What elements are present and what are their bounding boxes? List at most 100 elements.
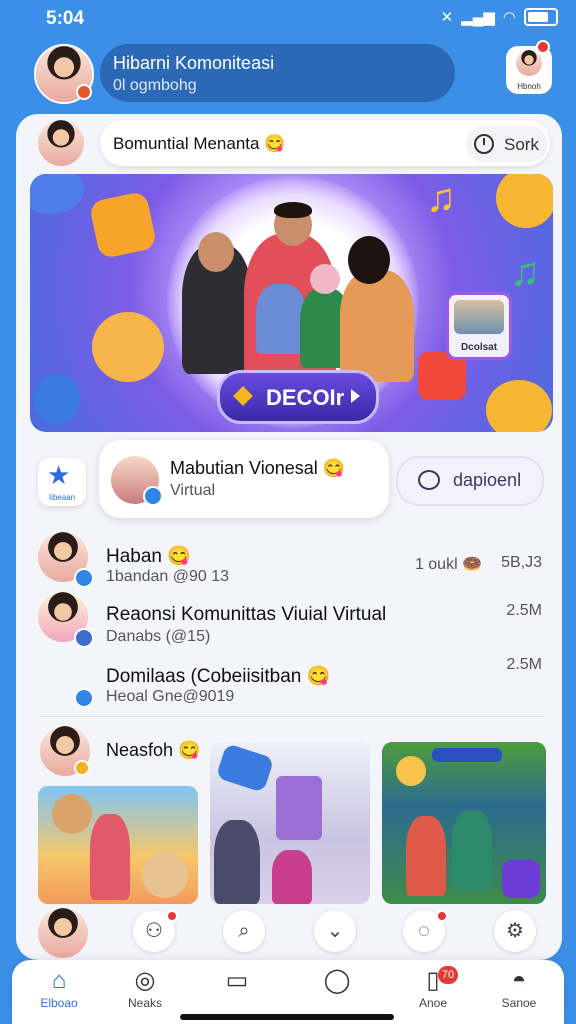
community-title: Mabutian Vionesal 😋 bbox=[170, 458, 346, 478]
nearby-label: Neasfoh 😋 bbox=[106, 740, 201, 760]
game-sticker bbox=[502, 860, 540, 898]
nav-news-label: Neaks bbox=[127, 996, 162, 1010]
header-profile-button[interactable]: Hbnoh bbox=[506, 40, 552, 94]
media-tile[interactable] bbox=[38, 786, 198, 904]
teddy-bear bbox=[52, 794, 92, 834]
player bbox=[452, 810, 492, 890]
community-card[interactable]: Mabutian Vionesal 😋 Virtual bbox=[99, 440, 389, 518]
quick-actions: ⚇ ⌕ ⌄ ◌ ⚙ bbox=[0, 906, 576, 958]
bear-sticker bbox=[92, 312, 164, 382]
list-item-count: 2.5M bbox=[506, 602, 542, 619]
bluetooth-icon: ✕ bbox=[440, 9, 454, 26]
child bbox=[90, 814, 130, 900]
player bbox=[406, 816, 446, 896]
book-icon: ▯ bbox=[426, 967, 440, 994]
nav-account-label: Sanoe bbox=[501, 996, 537, 1010]
music-note-icon: ♫ bbox=[510, 250, 540, 294]
notification-dot bbox=[536, 40, 550, 54]
nav-news[interactable]: ◎ Neaks bbox=[110, 966, 180, 1022]
notification-dot bbox=[436, 910, 448, 922]
search-icon[interactable]: ⌕ bbox=[223, 910, 265, 952]
nav-home[interactable]: ⌂ Elboao bbox=[24, 966, 94, 1022]
list-item[interactable]: Reaonsi Komunittas Viuial Virtual Danabs… bbox=[28, 590, 554, 648]
nav-account[interactable]: ◓ Sanoe bbox=[484, 966, 554, 1022]
profile-status-dot bbox=[76, 84, 92, 100]
list-item-subtitle: 1bandan @90 13 bbox=[106, 568, 230, 585]
chevron-down-icon[interactable]: ⌄ bbox=[314, 910, 356, 952]
nav-library[interactable]: ▯ 70 Anoe bbox=[398, 966, 468, 1022]
community-list: Haban 😋 1bandan @90 13 1 oukl 🍩 5B,J3 Re… bbox=[28, 528, 554, 716]
list-item-count: 5B,J3 bbox=[501, 554, 542, 571]
verified-badge-icon bbox=[74, 688, 94, 708]
list-item-name: Domilaas (Cobeiisitban 😋 bbox=[106, 666, 331, 687]
media-tile[interactable] bbox=[382, 742, 546, 904]
story-avatar[interactable] bbox=[38, 120, 84, 166]
emoji-sticker bbox=[496, 174, 553, 228]
emoji-sticker bbox=[486, 380, 552, 432]
notification-dot bbox=[166, 910, 178, 922]
home-indicator bbox=[180, 1014, 394, 1020]
list-item-subtitle: Heoal Gne@9019 bbox=[106, 688, 235, 705]
family-member bbox=[340, 270, 414, 382]
game-banner bbox=[432, 748, 502, 762]
status-icons: ✕ ▂▄▆ ◠ bbox=[441, 8, 558, 26]
sort-button[interactable]: Sork bbox=[466, 126, 548, 162]
puppy bbox=[142, 852, 188, 898]
child bbox=[256, 284, 306, 354]
banner-cta-button[interactable]: DECOIr bbox=[217, 370, 379, 424]
banner-cta-label: DECOIr bbox=[266, 385, 345, 410]
family-member-hair bbox=[274, 202, 312, 218]
nav-badge: 70 bbox=[438, 966, 458, 984]
photo-sticker: Dcolsat bbox=[446, 292, 512, 360]
favorites-button[interactable]: ★ Iibeaan bbox=[38, 458, 86, 506]
sort-label: Sork bbox=[504, 135, 539, 154]
media-tile[interactable] bbox=[210, 742, 370, 904]
join-chat-button[interactable]: dapioenl bbox=[396, 456, 544, 506]
parent bbox=[214, 820, 260, 904]
banner-sticker bbox=[88, 190, 158, 260]
signal-icon: ▂▄▆ bbox=[461, 9, 495, 26]
child bbox=[272, 850, 312, 904]
family-member-head bbox=[198, 232, 234, 272]
verified-badge-icon bbox=[74, 628, 94, 648]
clock-icon bbox=[474, 134, 494, 154]
list-item[interactable]: Domilaas (Cobeiisitban 😋 Heoal Gne@9019 … bbox=[28, 650, 554, 708]
photo-sticker-caption: Dcolsat bbox=[460, 342, 498, 353]
header-pill-title: Hibarni Komoniteasi bbox=[113, 53, 275, 73]
status-time: 5:04 bbox=[46, 8, 85, 29]
list-item-name: Haban 😋 bbox=[106, 546, 191, 567]
section-divider bbox=[40, 716, 544, 717]
nav-home-label: Elboao bbox=[40, 996, 78, 1010]
user-settings-icon[interactable]: ⚙ bbox=[494, 910, 536, 952]
account-icon: ◓ bbox=[511, 967, 527, 994]
battery-icon bbox=[524, 8, 558, 26]
slide-tube bbox=[215, 743, 275, 793]
play-house bbox=[276, 776, 322, 840]
verified-badge-icon bbox=[143, 486, 163, 506]
plush-toy-head bbox=[310, 264, 340, 294]
wifi-icon: ◠ bbox=[502, 9, 516, 26]
home-icon: ⌂ bbox=[51, 967, 67, 994]
person-icon: ◯ bbox=[323, 967, 351, 994]
status-bar: 5:04 ✕ ▂▄▆ ◠ bbox=[0, 0, 576, 36]
arrow-right-icon bbox=[351, 389, 360, 403]
header: Hibarni Komoniteasi 0l ogmbohg Hbnoh bbox=[0, 36, 576, 116]
list-item-subtitle: Danabs (@15) bbox=[106, 628, 211, 645]
header-pill-subtitle: 0l ogmbohg bbox=[113, 77, 197, 94]
compass-icon: ◎ bbox=[134, 967, 156, 994]
community-subtitle: Virtual bbox=[170, 482, 216, 499]
music-note-icon: ♫ bbox=[426, 176, 456, 220]
banner-blob bbox=[34, 374, 80, 424]
family-member-hair bbox=[348, 236, 390, 284]
me-avatar[interactable] bbox=[38, 908, 88, 958]
nav-library-label: Anoe bbox=[418, 996, 448, 1010]
status-dot bbox=[74, 760, 90, 776]
header-search-pill[interactable]: Hibarni Komoniteasi 0l ogmbohg bbox=[100, 44, 455, 102]
featured-banner[interactable]: ♫ ♫ Dcolsat DECOIr bbox=[30, 174, 553, 432]
join-chat-label: dapioenl bbox=[453, 470, 522, 490]
list-item[interactable]: Haban 😋 1bandan @90 13 1 oukl 🍩 5B,J3 bbox=[28, 530, 554, 588]
community-search-text: Bomuntial Menanta 😋 bbox=[113, 134, 286, 153]
header-mini-avatar bbox=[516, 50, 542, 76]
favorites-caption: Iibeaan bbox=[48, 493, 76, 502]
header-right-caption: Hbnoh bbox=[517, 82, 541, 91]
